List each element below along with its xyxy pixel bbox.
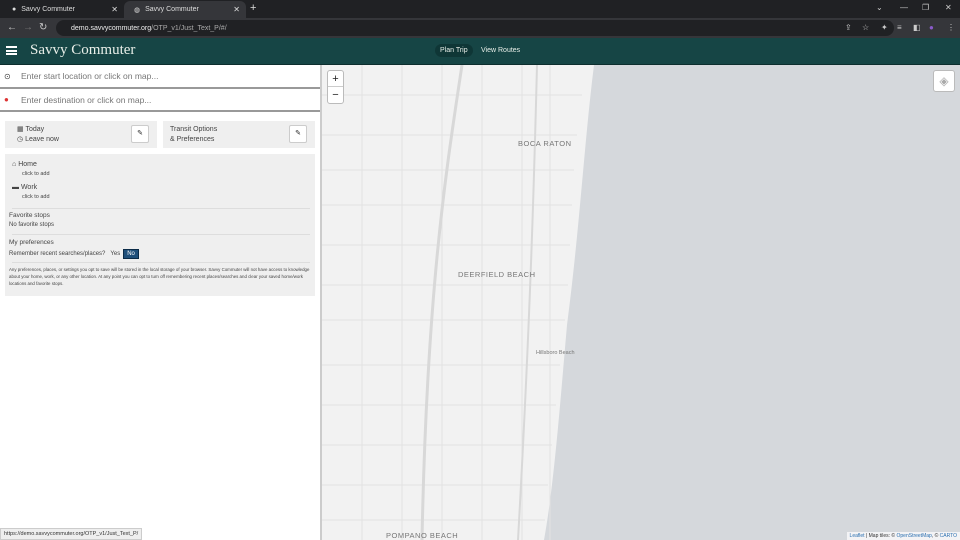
briefcase-icon: ▬ (12, 184, 19, 191)
zoom-control: + − (327, 70, 344, 104)
hamburger-menu-icon[interactable] (6, 46, 17, 55)
divider (12, 234, 310, 235)
calendar-icon: ▦ (17, 126, 24, 133)
extensions-icon[interactable]: ✦ (881, 23, 888, 32)
bookmark-star-icon[interactable]: ☆ (862, 23, 869, 32)
nav-plan-trip[interactable]: Plan Trip (435, 44, 473, 57)
osm-link[interactable]: OpenStreetMap (897, 533, 932, 539)
menu-icon[interactable]: ⋮ (947, 23, 955, 32)
back-icon[interactable]: ← (7, 22, 17, 33)
reading-list-icon[interactable]: ≡ (897, 23, 902, 32)
url-field[interactable]: demo.savvycommuter.org/OTP_v1/Just_Text_… (56, 20, 894, 36)
map-label-hillsboro-beach: Hillsboro Beach (536, 350, 575, 356)
favorite-stops-heading: Favorite stops (9, 212, 50, 219)
pencil-icon: ✎ (295, 130, 301, 137)
transit-options-card[interactable]: Transit Options & Preferences ✎ (163, 121, 315, 148)
brand-logo: Savvy Commuter (30, 42, 136, 58)
favorite-stops-empty: No favorite stops (9, 222, 55, 228)
restore-button[interactable]: ❐ (922, 3, 929, 12)
close-tab-icon[interactable]: ✕ (233, 5, 240, 14)
globe-icon: ● (12, 6, 17, 13)
browser-tab-active[interactable]: ◍ Savvy Commuter ✕ (124, 1, 246, 18)
divider (12, 262, 310, 263)
browser-tab[interactable]: ● Savvy Commuter ✕ (2, 1, 124, 18)
zoom-out-button[interactable]: − (328, 87, 343, 103)
origin-icon: ⊙ (4, 71, 11, 81)
status-bar-url: https://demo.savvycommuter.org/OTP_v1/Ju… (0, 528, 143, 540)
layers-icon: ◈ (939, 74, 949, 88)
edit-time-button[interactable]: ✎ (131, 125, 149, 143)
sidebar-panel: ⊙ Enter start location or click on map...… (0, 65, 320, 540)
work-item[interactable]: ▬ Work (12, 184, 37, 191)
preferences-heading: My preferences (9, 239, 54, 246)
map-attribution: Leaflet | Map tiles: © OpenStreetMap, © … (846, 532, 960, 540)
date-time-card[interactable]: ▦ Today ◷ Leave now ✎ (5, 121, 157, 148)
home-click-to-add[interactable]: click to add (22, 171, 50, 177)
close-tab-icon[interactable]: ✕ (111, 5, 118, 14)
land-area (322, 65, 594, 540)
side-panel-icon[interactable]: ◧ (913, 23, 921, 32)
browser-tab-bar: ● Savvy Commuter ✕ ◍ Savvy Commuter ✕ + ⌄ — … (0, 0, 960, 18)
divider (12, 208, 310, 209)
share-icon[interactable]: ⇪ (845, 23, 852, 32)
remember-searches-row: Remember recent searches/places? Yes No (9, 249, 139, 259)
edit-options-button[interactable]: ✎ (289, 125, 307, 143)
map-view[interactable]: + − ◈ BOCA RATON DEERFIELD BEACH Hillsbo… (320, 65, 960, 540)
home-icon: ⌂ (12, 161, 17, 168)
pencil-icon: ✎ (137, 130, 143, 137)
map-label-pompano-beach: POMPANO BEACH (386, 531, 459, 540)
home-item[interactable]: ⌂ Home (12, 161, 37, 168)
destination-input[interactable]: ● Enter destination or click on map... (0, 89, 320, 112)
globe-icon: ◍ (134, 6, 141, 14)
app-header: Savvy Commuter Plan Trip View Routes (0, 38, 960, 65)
nav-view-routes[interactable]: View Routes (476, 44, 525, 57)
profile-avatar[interactable]: ● (929, 23, 934, 32)
saved-places-panel: ⌂ Home click to add ▬ Work click to add … (5, 154, 315, 296)
tab-search-icon[interactable]: ⌄ (876, 3, 883, 12)
address-bar-row: ← → ↻ demo.savvycommuter.org/OTP_v1/Just… (0, 18, 960, 38)
minimize-button[interactable]: — (900, 3, 908, 12)
zoom-in-button[interactable]: + (328, 71, 343, 87)
carto-link[interactable]: CARTO (940, 533, 957, 539)
clock-icon: ◷ (17, 136, 24, 143)
reload-icon[interactable]: ↻ (39, 22, 47, 33)
yes-toggle[interactable]: Yes (110, 251, 120, 257)
no-toggle[interactable]: No (123, 249, 139, 259)
privacy-disclaimer: Any preferences, places, or settings you… (9, 267, 310, 286)
layers-button[interactable]: ◈ (933, 70, 955, 92)
map-label-deerfield-beach: DEERFIELD BEACH (458, 270, 536, 279)
leaflet-link[interactable]: Leaflet (850, 533, 865, 539)
map-label-boca-raton: BOCA RATON (518, 139, 572, 148)
forward-icon[interactable]: → (23, 22, 33, 33)
work-click-to-add[interactable]: click to add (22, 194, 50, 200)
map-tiles (322, 65, 594, 540)
new-tab-button[interactable]: + (250, 2, 256, 14)
start-location-input[interactable]: ⊙ Enter start location or click on map... (0, 65, 320, 89)
map-pin-icon: ● (4, 95, 9, 104)
close-window-button[interactable]: ✕ (945, 3, 952, 12)
